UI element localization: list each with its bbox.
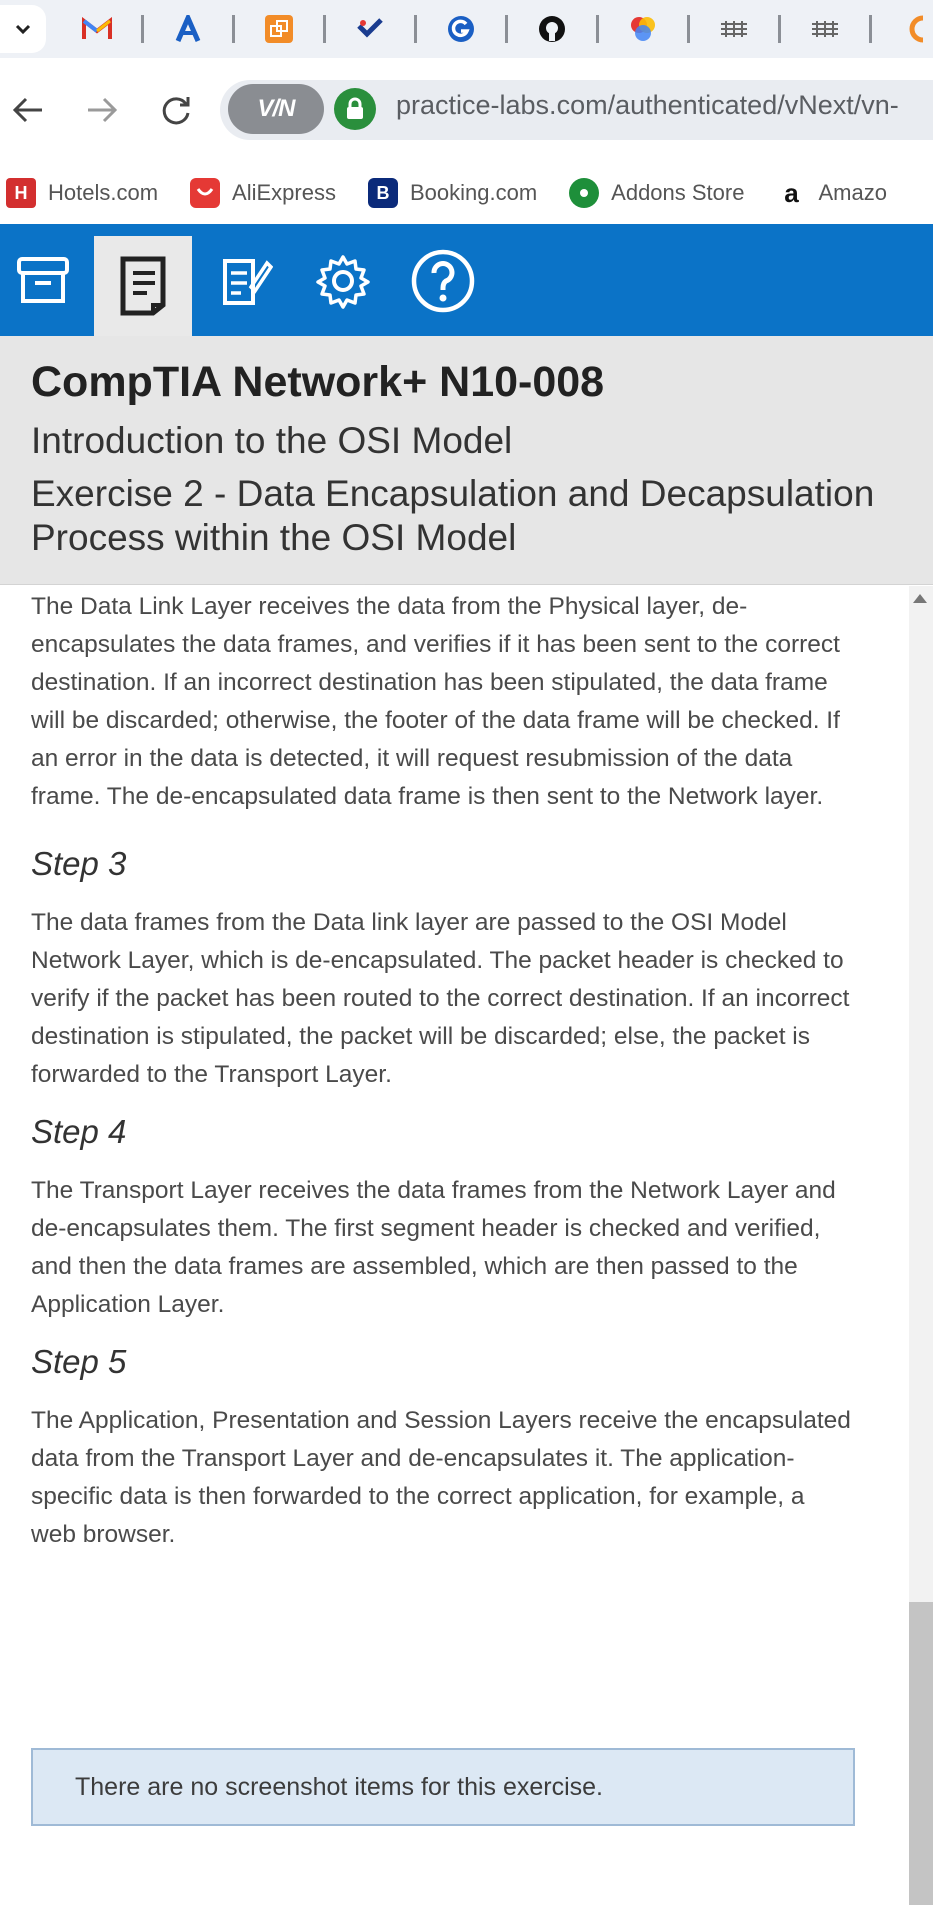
tab-separator: [414, 15, 417, 43]
bookmark-label: Addons Store: [611, 180, 745, 205]
vpn-badge[interactable]: V/N: [228, 84, 324, 134]
orange-tab-icon[interactable]: [262, 12, 296, 46]
chevron-down-icon: [15, 24, 31, 35]
tab-strip: [0, 0, 933, 58]
google-icon[interactable]: [444, 12, 478, 46]
bookmarks-bar: H Hotels.com AliExpress B Booking.com Ad…: [0, 162, 933, 224]
exercise-content: The Data Link Layer receives the data fr…: [31, 588, 851, 1568]
address-bar: V/N practice-labs.com/authenticated/vNex…: [0, 58, 933, 162]
settings-button[interactable]: [300, 238, 386, 324]
clipboard-button[interactable]: [200, 238, 286, 324]
tab-separator: [596, 15, 599, 43]
tab-separator: [141, 15, 144, 43]
course-title: CompTIA Network+ N10-008: [31, 358, 605, 406]
step-paragraph: The Transport Layer receives the data fr…: [31, 1177, 836, 1318]
tab-separator: [232, 15, 235, 43]
exercise-title: Exercise 2 - Data Encapsulation and Deca…: [31, 473, 875, 558]
booking-icon: B: [367, 178, 398, 208]
bookmark-label: Booking.com: [409, 180, 538, 205]
step-heading: Step 4: [31, 1113, 127, 1150]
step-paragraph: The data frames from the Data link layer…: [31, 909, 850, 1088]
app-a-icon[interactable]: [171, 12, 205, 46]
github-icon[interactable]: [535, 12, 569, 46]
scroll-thumb[interactable]: [909, 1602, 933, 1905]
notes-document-icon: [120, 256, 166, 316]
reload-button[interactable]: [154, 88, 198, 132]
lab-toolbar: [0, 224, 933, 336]
content-scrollbar[interactable]: [909, 586, 933, 1905]
tab-separator: [505, 15, 508, 43]
aliexpress-icon: [190, 178, 221, 208]
reload-icon: [162, 97, 190, 125]
arrow-right-icon: [88, 97, 118, 123]
bookmark-hotels[interactable]: H Hotels.com: [6, 178, 158, 208]
bookmark-booking[interactable]: B Booking.com: [367, 178, 538, 208]
arrow-left-icon: [12, 97, 42, 123]
step-heading: Step 5: [31, 1343, 127, 1380]
amazon-icon: a: [776, 178, 807, 208]
help-icon: [411, 249, 475, 313]
archive-button[interactable]: [0, 238, 86, 324]
tab-search-button[interactable]: [0, 5, 46, 53]
bookmark-aliexpress[interactable]: AliExpress: [190, 178, 336, 208]
tab-separator: [778, 15, 781, 43]
addons-store-icon: [569, 178, 600, 208]
grid-tab-icon[interactable]: [808, 12, 842, 46]
bookmark-addons-store[interactable]: Addons Store: [569, 178, 744, 208]
gear-icon: [316, 255, 370, 309]
intro-paragraph: The Data Link Layer receives the data fr…: [31, 593, 840, 810]
archive-icon: [17, 257, 69, 303]
exercise-header: CompTIA Network+ N10-008 Introduction to…: [0, 336, 933, 585]
module-title: Introduction to the OSI Model: [31, 420, 513, 461]
colorful-tab-icon[interactable]: [626, 12, 660, 46]
url-text[interactable]: practice-labs.com/authenticated/vNext/vn…: [396, 90, 899, 121]
step-heading: Step 3: [31, 845, 127, 882]
bookmark-label: Hotels.com: [48, 180, 159, 205]
scroll-up-arrow-icon[interactable]: [913, 594, 927, 603]
lock-icon[interactable]: [334, 88, 376, 130]
forward-button[interactable]: [80, 88, 124, 132]
hotels-icon: H: [6, 178, 36, 208]
tab-separator: [869, 15, 872, 43]
grid-tab-icon[interactable]: [717, 12, 751, 46]
bookmark-label: AliExpress: [232, 180, 336, 205]
help-button[interactable]: [400, 238, 486, 324]
step-paragraph: The Application, Presentation and Sessio…: [31, 1407, 851, 1548]
tab-separator: [323, 15, 326, 43]
back-button[interactable]: [6, 88, 50, 132]
notes-button[interactable]: [94, 236, 192, 336]
gmail-icon[interactable]: [80, 12, 114, 46]
bookmark-label: Amazo: [818, 180, 887, 205]
checkmark-tab-icon[interactable]: [353, 12, 387, 46]
partial-tab-icon[interactable]: [899, 12, 933, 46]
bookmark-amazon[interactable]: a Amazo: [776, 178, 887, 208]
clipboard-pen-icon: [223, 259, 273, 305]
no-screenshots-notice: There are no screenshot items for this e…: [31, 1748, 855, 1826]
tab-separator: [687, 15, 690, 43]
